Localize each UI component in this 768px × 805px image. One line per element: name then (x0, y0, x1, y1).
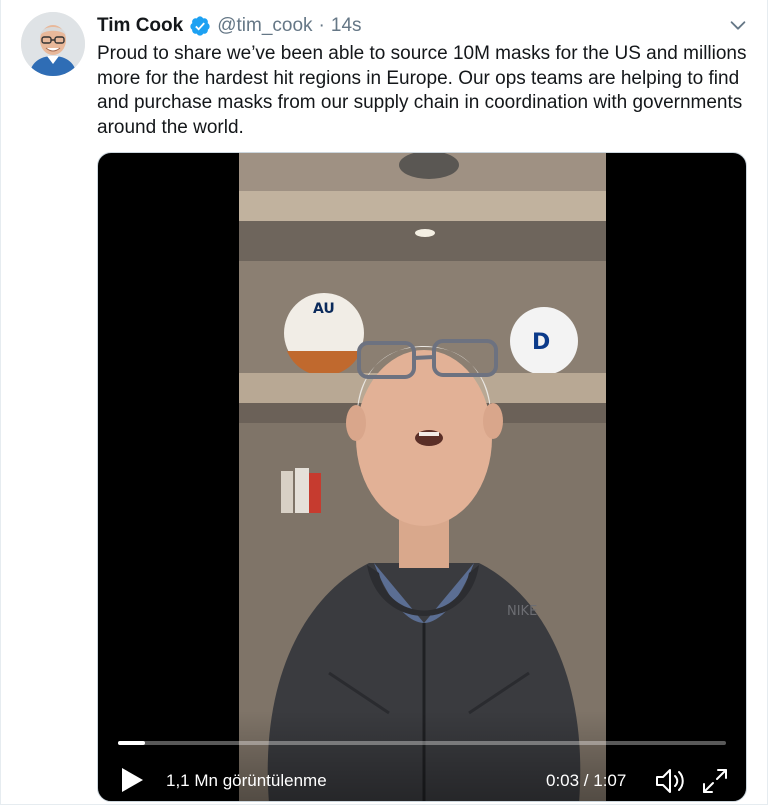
svg-text:D: D (532, 330, 550, 355)
video-frame: AU D NIKE (239, 153, 606, 801)
display-name[interactable]: Tim Cook (97, 15, 183, 37)
verified-badge-icon (190, 16, 210, 36)
video-player[interactable]: AU D NIKE 1,1 Mn görüntülenme 0:03 / 1:0… (97, 152, 747, 802)
user-handle[interactable]: @tim_cook (217, 15, 312, 37)
tweet-card[interactable]: Tim Cook @tim_cook · 14s Proud to share … (0, 0, 768, 805)
play-icon[interactable] (120, 767, 144, 793)
svg-text:AU: AU (313, 301, 335, 317)
chevron-down-icon[interactable] (727, 14, 749, 36)
tweet-header: Tim Cook @tim_cook · 14s (97, 12, 362, 40)
fullscreen-icon[interactable] (701, 767, 729, 795)
video-controls: 1,1 Mn görüntülenme 0:03 / 1:07 (98, 711, 746, 801)
avatar[interactable] (21, 12, 85, 76)
separator-dot: · (318, 15, 325, 36)
tweet-text: Proud to share we’ve been able to source… (97, 43, 747, 138)
avatar-image (21, 12, 85, 76)
tweet-timestamp[interactable]: 14s (331, 15, 362, 37)
volume-icon[interactable] (654, 767, 688, 795)
video-progress-fill (118, 741, 146, 745)
video-progress-bar[interactable] (118, 741, 726, 745)
view-count: 1,1 Mn görüntülenme (166, 771, 327, 790)
video-timecode: 0:03 / 1:07 (546, 771, 627, 790)
svg-text:NIKE: NIKE (507, 604, 537, 619)
